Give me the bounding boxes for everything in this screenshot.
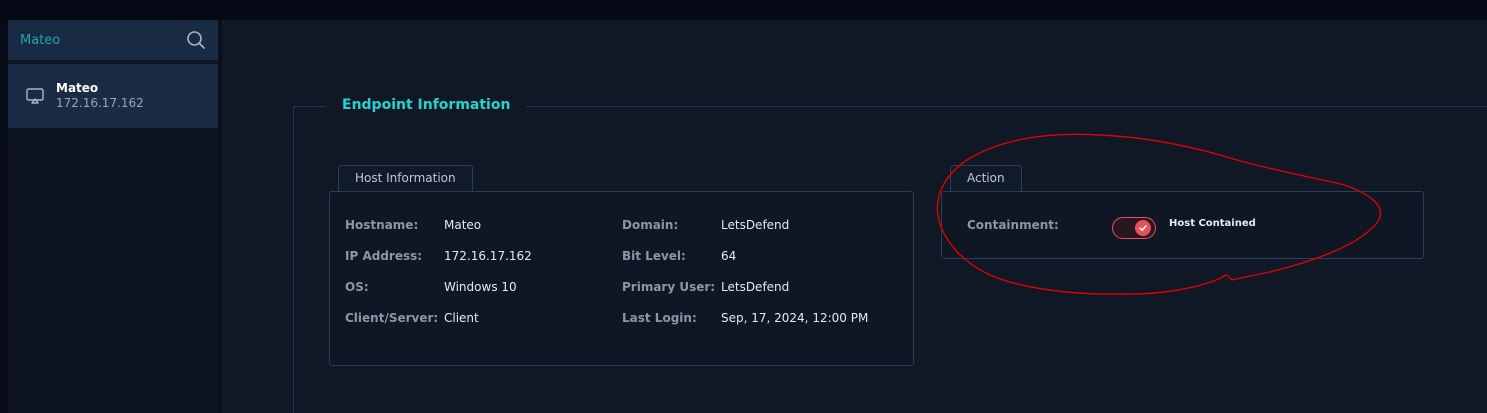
host-information-tab: Host Information xyxy=(338,165,473,191)
primary-user-value: LetsDefend xyxy=(721,280,790,294)
host-name: Mateo xyxy=(56,81,99,95)
sidebar: Mateo 172.16.17.162 xyxy=(8,20,218,413)
domain-label: Domain: xyxy=(622,218,679,232)
search-input[interactable] xyxy=(20,32,180,48)
os-value: Windows 10 xyxy=(444,280,517,294)
last-login-value: Sep, 17, 2024, 12:00 PM xyxy=(721,311,869,325)
bit-level-label: Bit Level: xyxy=(622,249,686,263)
hostname-value: Mateo xyxy=(444,218,482,232)
monitor-icon xyxy=(26,88,44,104)
hostname-label: Hostname: xyxy=(345,218,419,232)
domain-value: LetsDefend xyxy=(721,218,790,232)
os-label: OS: xyxy=(345,280,369,294)
client-server-value: Client xyxy=(444,311,479,325)
ip-address-label: IP Address: xyxy=(345,249,423,263)
section-title: Endpoint Information xyxy=(326,94,527,118)
host-item-text: Mateo 172.16.17.162 xyxy=(56,81,144,111)
top-bar xyxy=(0,0,1487,20)
search-bar xyxy=(8,20,218,60)
bit-level-value: 64 xyxy=(721,249,737,263)
primary-user-label: Primary User: xyxy=(622,280,716,294)
last-login-label: Last Login: xyxy=(622,311,697,325)
host-ip: 172.16.17.162 xyxy=(56,96,144,110)
client-server-label: Client/Server: xyxy=(345,311,439,325)
red-circle-annotation xyxy=(936,133,1382,295)
host-list-item[interactable]: Mateo 172.16.17.162 xyxy=(8,64,218,128)
ip-address-value: 172.16.17.162 xyxy=(444,249,532,263)
search-icon[interactable] xyxy=(186,30,206,50)
